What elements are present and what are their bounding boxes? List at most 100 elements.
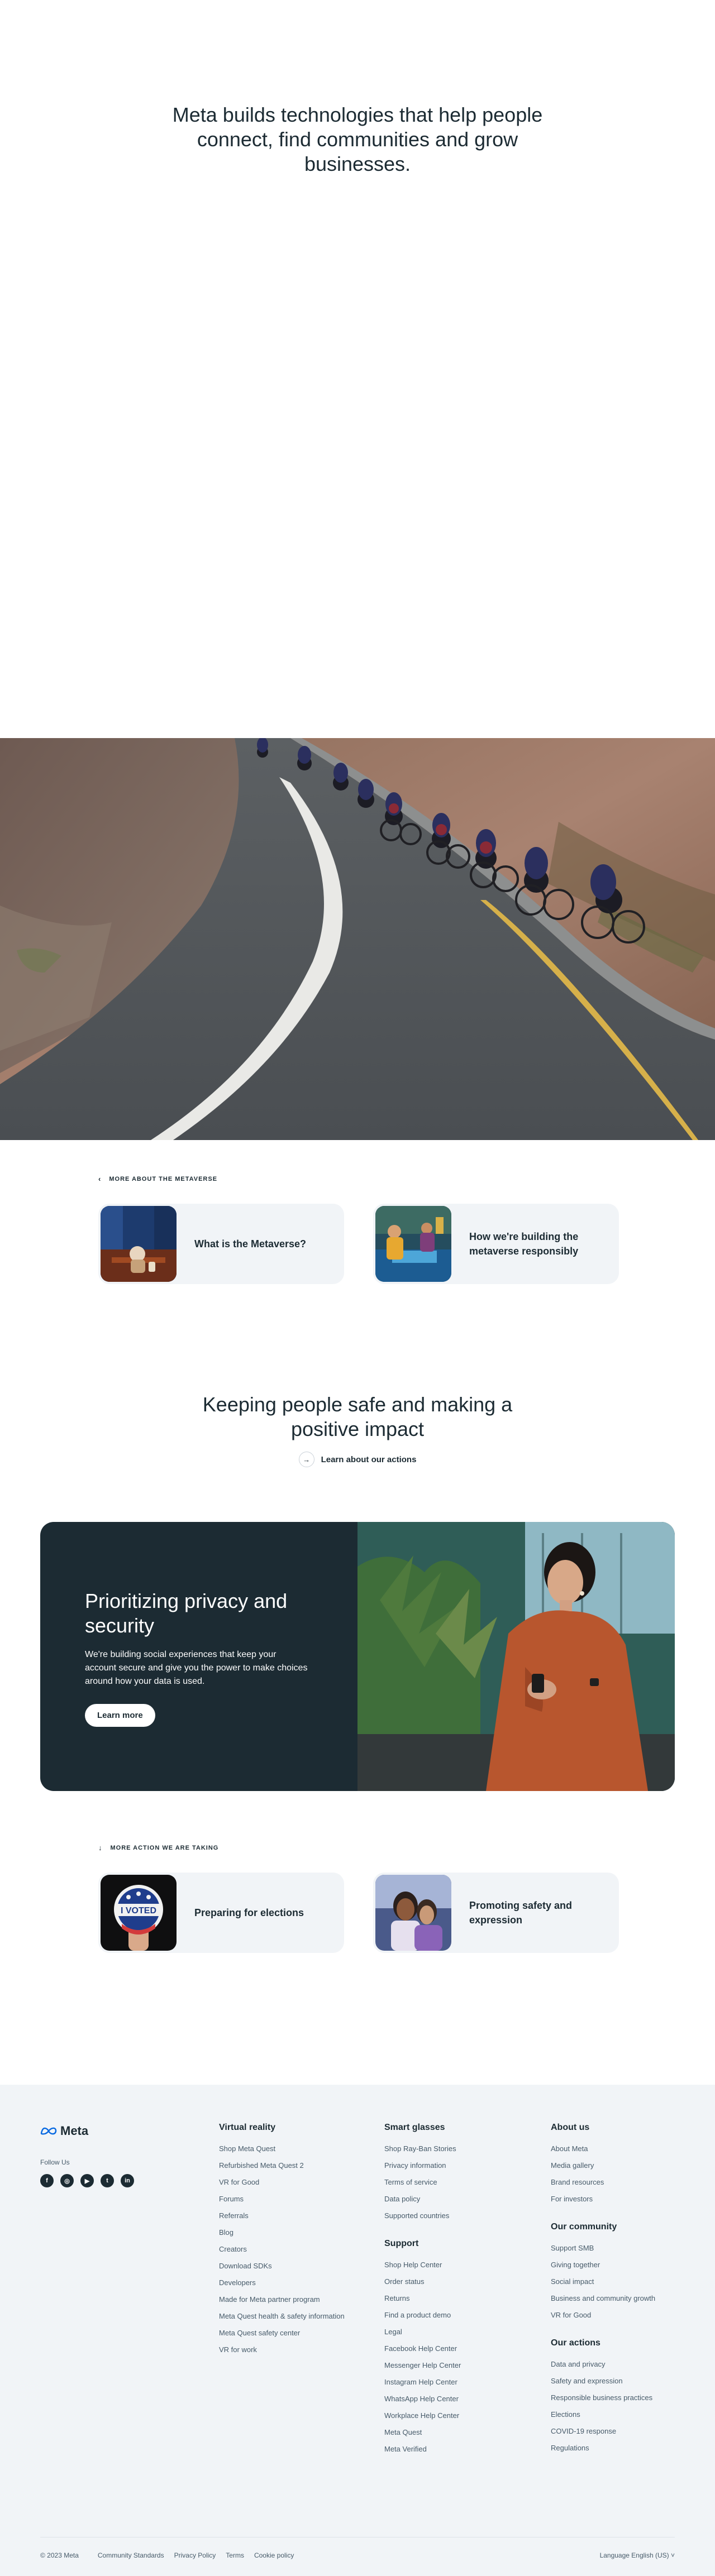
actions-card-safety-expression[interactable]: Promoting safety and expression	[373, 1873, 619, 1953]
arrow-down-icon: ↓	[98, 1844, 103, 1852]
chevron-down-icon: ˅	[670, 2551, 675, 2559]
meta-logo[interactable]: Meta	[40, 2124, 88, 2138]
privacy-text-panel: Prioritizing privacy and security We're …	[40, 1522, 358, 1791]
footer-link[interactable]: About Meta	[551, 2141, 655, 2157]
footer-group-support: Support Shop Help Center Order status Retu…	[384, 2239, 461, 2458]
footer-links: Shop Help Center Order status Returns Find …	[384, 2257, 461, 2458]
footer-links: Shop Meta Quest Refurbished Meta Quest 2V…	[219, 2141, 345, 2358]
footer-group-our-actions: Our actions Data and privacy Safety and e…	[551, 2338, 655, 2457]
footer-bottom-links: Community Standards Privacy Policy Terms…	[98, 2551, 294, 2559]
footer-link[interactable]: Business and community growth	[551, 2290, 655, 2307]
footer-link[interactable]: Messenger Help Center	[384, 2357, 461, 2374]
footer-link[interactable]: Forums	[219, 2191, 345, 2208]
footer-link[interactable]: Instagram Help Center	[384, 2374, 461, 2391]
metaverse-card-what-is[interactable]: What is the Metaverse?	[98, 1204, 344, 1284]
footer-link[interactable]: Meta Quest health & safety information	[219, 2308, 345, 2325]
footer-link[interactable]: Responsible business practices	[551, 2390, 655, 2406]
metaverse-thumbnail-image	[101, 1206, 177, 1282]
metaverse-card-responsibly[interactable]: How we're building the metaverse respons…	[373, 1204, 619, 1284]
meta-logo-text: Meta	[60, 2124, 89, 2138]
footer-link[interactable]: Made for Meta partner program	[219, 2291, 345, 2308]
footer-link[interactable]: Shop Ray-Ban Stories	[384, 2141, 461, 2157]
metaverse-section-label: ‹ More about the metaverse	[98, 1175, 217, 1183]
footer-links: About Meta Media gallery Brand resources Fo…	[551, 2141, 655, 2208]
actions-card-elections[interactable]: I VOTED Preparing for elections	[98, 1873, 344, 1953]
footer-link[interactable]: Data policy	[384, 2191, 461, 2208]
hero-headline: Meta builds technologies that help peopl…	[172, 103, 543, 175]
privacy-policy-link[interactable]: Privacy Policy	[174, 2551, 216, 2559]
footer-link[interactable]: Social impact	[551, 2273, 655, 2290]
linkedin-icon[interactable]: in	[121, 2174, 134, 2187]
footer-link[interactable]: Blog	[219, 2224, 345, 2241]
footer-group-smart-glasses: Smart glasses Shop Ray-Ban Stories Privac…	[384, 2123, 461, 2224]
footer-heading: Virtual reality	[219, 2123, 276, 2132]
footer-link[interactable]: Returns	[384, 2290, 461, 2307]
footer-link[interactable]: Developers	[219, 2275, 345, 2291]
footer-link[interactable]: Brand resources	[551, 2174, 655, 2191]
footer-link[interactable]: VR for Good	[551, 2307, 655, 2324]
facebook-icon[interactable]: f	[40, 2174, 54, 2187]
footer-link[interactable]: Find a product demo	[384, 2307, 461, 2324]
instagram-icon[interactable]: ◎	[60, 2174, 74, 2187]
card-title: Promoting safety and expression	[469, 1900, 573, 1926]
actions-section-label: ↓ More action we are taking	[98, 1844, 218, 1852]
footer-link[interactable]: Media gallery	[551, 2157, 655, 2174]
footer-link[interactable]: Creators	[219, 2241, 345, 2258]
footer-bottom-bar: © 2023 Meta Community Standards Privacy …	[40, 2551, 675, 2559]
privacy-body: We're building social experiences that k…	[85, 1650, 308, 1686]
footer-link[interactable]: Order status	[384, 2273, 461, 2290]
footer-column-3: About us About Meta Media gallery Brand re…	[551, 2123, 655, 2457]
community-standards-link[interactable]: Community Standards	[98, 2551, 164, 2559]
footer-heading: Our actions	[551, 2338, 600, 2348]
card-title: Preparing for elections	[194, 1907, 304, 1918]
terms-link[interactable]: Terms	[226, 2551, 244, 2559]
learn-about-actions-link[interactable]: → Learn about our actions	[298, 1452, 417, 1467]
footer-heading: Support	[384, 2239, 419, 2248]
footer-link[interactable]: Data and privacy	[551, 2356, 655, 2373]
footer-link[interactable]: VR for work	[219, 2342, 345, 2358]
footer-link[interactable]: Download SDKs	[219, 2258, 345, 2275]
safety-headline: Keeping people safe and making a positiv…	[202, 1393, 513, 1440]
woman-with-phone-image	[358, 1522, 675, 1791]
footer-link[interactable]: Support SMB	[551, 2240, 655, 2257]
footer-links: Support SMB Giving together Social impact B…	[551, 2240, 655, 2324]
footer-link[interactable]: Refurbished Meta Quest 2	[219, 2157, 345, 2174]
footer-heading: About us	[551, 2123, 590, 2132]
footer-group-our-community: Our community Support SMB Giving together…	[551, 2222, 655, 2324]
footer-link[interactable]: Giving together	[551, 2257, 655, 2273]
footer-link[interactable]: Facebook Help Center	[384, 2340, 461, 2357]
twitter-icon[interactable]: t	[101, 2174, 114, 2187]
safety-section: Keeping people safe and making a positiv…	[0, 1392, 715, 1467]
cookie-policy-link[interactable]: Cookie policy	[254, 2551, 294, 2559]
footer-link[interactable]: Elections	[551, 2406, 655, 2423]
footer-link[interactable]: Legal	[384, 2324, 461, 2340]
footer-link[interactable]: Safety and expression	[551, 2373, 655, 2390]
learn-more-button[interactable]: Learn more	[85, 1704, 155, 1727]
footer-link[interactable]: WhatsApp Help Center	[384, 2391, 461, 2407]
footer-link[interactable]: Privacy information	[384, 2157, 461, 2174]
footer-link[interactable]: Shop Meta Quest	[219, 2141, 345, 2157]
actions-section-label-text: More action we are taking	[110, 1844, 219, 1851]
youtube-icon[interactable]: ▶	[80, 2174, 94, 2187]
footer-link[interactable]: For investors	[551, 2191, 655, 2208]
footer-link[interactable]: Referrals	[219, 2208, 345, 2224]
footer-heading: Smart glasses	[384, 2123, 445, 2132]
learn-about-actions-label: Learn about our actions	[321, 1454, 417, 1464]
footer-link[interactable]: VR for Good	[219, 2174, 345, 2191]
footer-link[interactable]: COVID-19 response	[551, 2423, 655, 2440]
footer-column-1: Virtual reality Shop Meta Quest Refurbish…	[219, 2123, 345, 2358]
language-selector[interactable]: Language English (US) ˅	[600, 2551, 675, 2559]
footer: Meta Follow Us f ◎ ▶ t in Virtual realit…	[0, 2085, 715, 2576]
footer-link[interactable]: Supported countries	[384, 2208, 461, 2224]
footer-link[interactable]: Meta Quest safety center	[219, 2325, 345, 2342]
privacy-title: Prioritizing privacy and security	[85, 1589, 288, 1637]
i-voted-thumbnail-image: I VOTED	[101, 1875, 177, 1951]
footer-link[interactable]: Regulations	[551, 2440, 655, 2457]
footer-link[interactable]: Meta Verified	[384, 2441, 461, 2458]
footer-link[interactable]: Terms of service	[384, 2174, 461, 2191]
footer-heading: Our community	[551, 2222, 617, 2232]
footer-link[interactable]: Meta Quest	[384, 2424, 461, 2441]
metaverse-responsibly-thumbnail-image	[375, 1206, 451, 1282]
footer-link[interactable]: Workplace Help Center	[384, 2407, 461, 2424]
footer-link[interactable]: Shop Help Center	[384, 2257, 461, 2273]
